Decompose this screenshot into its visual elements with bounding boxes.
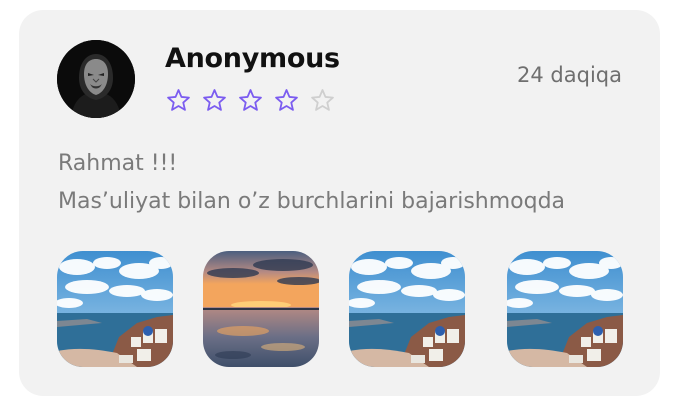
review-text-line: Rahmat !!! — [58, 151, 178, 176]
star-filled-icon — [203, 89, 226, 111]
photo-thumbnail[interactable] — [203, 251, 319, 367]
photo-gallery — [57, 251, 623, 367]
star-filled-icon — [239, 89, 262, 111]
star-filled-icon — [275, 89, 298, 111]
photo-thumbnail[interactable] — [57, 251, 173, 367]
santorini-photo — [57, 251, 173, 367]
star-empty-icon — [311, 89, 334, 111]
star-filled-icon — [167, 89, 190, 111]
author-name: Anonymous — [165, 43, 340, 74]
photo-thumbnail[interactable] — [507, 251, 623, 367]
star-rating — [165, 87, 336, 114]
santorini-photo — [349, 251, 465, 367]
review-text-line: Mas’uliyat bilan o’z burchlarini bajaris… — [58, 189, 566, 214]
anonymous-mask-icon — [57, 40, 135, 118]
sunset-beach-photo — [203, 251, 319, 367]
photo-thumbnail[interactable] — [349, 251, 465, 367]
review-timestamp: 24 daqiqa — [517, 63, 622, 87]
review-card: Anonymous 24 daqiqa Rahmat !!! Mas’uliya… — [19, 10, 660, 396]
santorini-photo — [507, 251, 623, 367]
review-text: Rahmat !!! Mas’uliyat bilan o’z burchlar… — [58, 145, 565, 221]
avatar[interactable] — [57, 40, 135, 118]
